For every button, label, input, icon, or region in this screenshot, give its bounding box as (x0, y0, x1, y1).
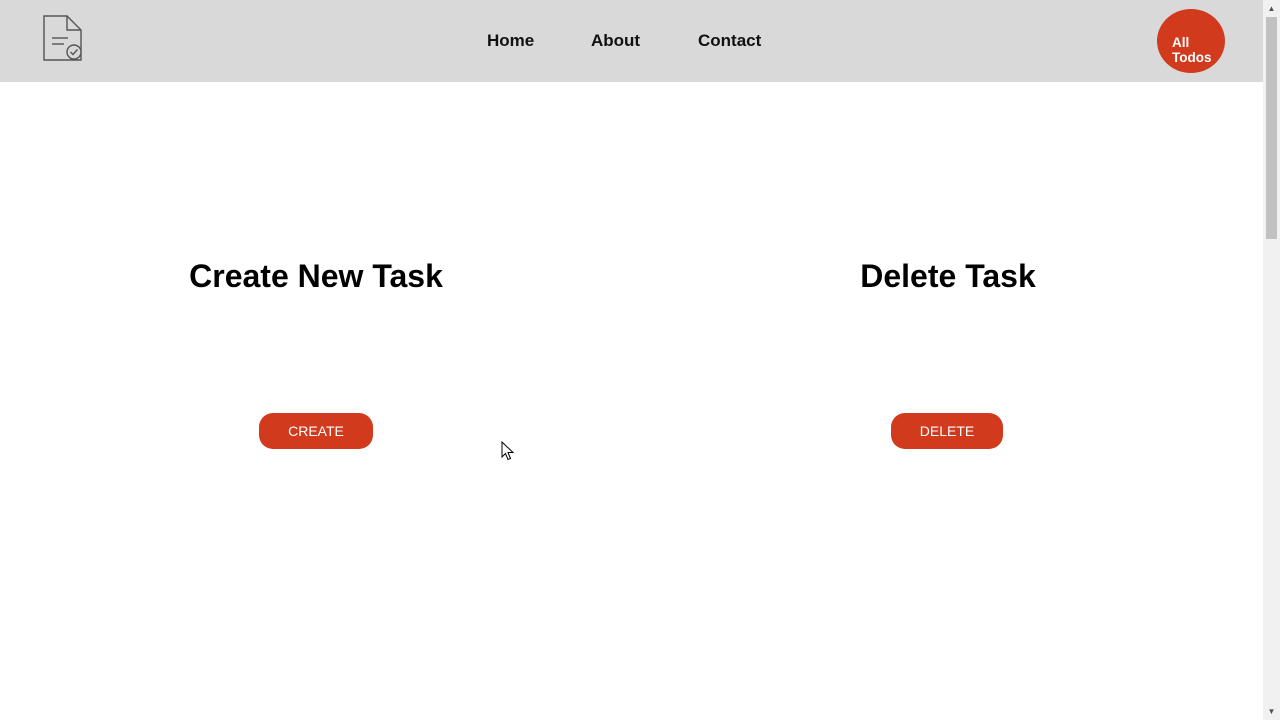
nav-links: Home About Contact (0, 31, 1263, 53)
page-content: Home About Contact All Todos Create New … (0, 0, 1263, 720)
create-button[interactable]: CREATE (259, 413, 373, 449)
vertical-scrollbar[interactable]: ▲ ▼ (1263, 0, 1280, 720)
mouse-pointer-icon (501, 441, 515, 461)
all-todos-button[interactable]: All Todos (1157, 9, 1225, 73)
scrollbar-thumb[interactable] (1266, 17, 1277, 239)
navbar: Home About Contact All Todos (0, 0, 1263, 82)
nav-link-about[interactable]: About (591, 31, 640, 51)
nav-link-home[interactable]: Home (487, 31, 534, 51)
scroll-up-icon[interactable]: ▲ (1263, 0, 1280, 17)
create-task-heading: Create New Task (189, 258, 443, 294)
all-todos-label-line1: All (1172, 34, 1190, 50)
scroll-down-icon[interactable]: ▼ (1263, 703, 1280, 720)
delete-button[interactable]: DELETE (891, 413, 1003, 449)
browser-viewport: Home About Contact All Todos Create New … (0, 0, 1280, 720)
nav-link-contact[interactable]: Contact (698, 31, 761, 51)
all-todos-label-line2: Todos (1172, 49, 1212, 65)
delete-task-heading: Delete Task (860, 258, 1036, 294)
